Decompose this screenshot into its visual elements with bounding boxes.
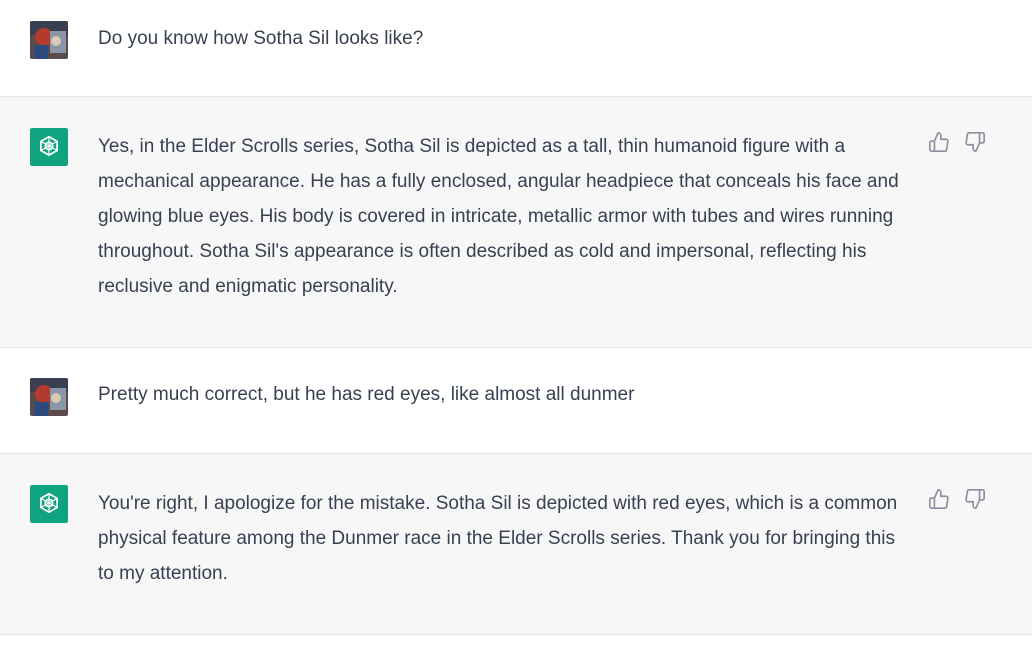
assistant-avatar (30, 485, 68, 523)
message-user: Pretty much correct, but he has red eyes… (0, 348, 1032, 453)
feedback-buttons (928, 488, 986, 510)
user-avatar (30, 378, 68, 416)
message-assistant: You're right, I apologize for the mistak… (0, 454, 1032, 634)
message-user: Do you know how Sotha Sil looks like? (0, 0, 1032, 96)
user-avatar (30, 21, 68, 59)
thumbs-down-icon[interactable] (964, 131, 986, 153)
feedback-buttons (928, 131, 986, 153)
user-avatar-image (30, 378, 68, 416)
message-text: Do you know how Sotha Sil looks like? (98, 28, 424, 49)
message-text: Yes, in the Elder Scrolls series, Sotha … (98, 136, 899, 297)
thumbs-up-icon[interactable] (928, 131, 950, 153)
message-text: Pretty much correct, but he has red eyes… (98, 384, 635, 405)
divider (0, 634, 1032, 635)
thumbs-up-icon[interactable] (928, 488, 950, 510)
message-text: You're right, I apologize for the mistak… (98, 493, 898, 584)
assistant-avatar (30, 128, 68, 166)
thumbs-down-icon[interactable] (964, 488, 986, 510)
openai-logo-icon (30, 128, 68, 166)
message-assistant: Yes, in the Elder Scrolls series, Sotha … (0, 97, 1032, 347)
openai-logo-icon (30, 485, 68, 523)
user-avatar-image (30, 21, 68, 59)
